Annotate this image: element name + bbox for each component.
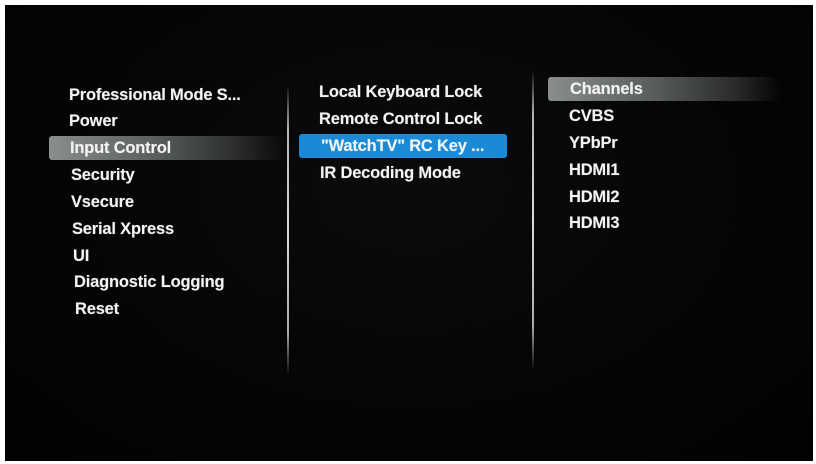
menu-item-label: Diagnostic Logging [74, 273, 225, 291]
option-item-cvbs[interactable]: CVBS [569, 104, 614, 128]
menu-item-label: IR Decoding Mode [320, 164, 461, 182]
menu-item-vsecure[interactable]: Vsecure [71, 190, 134, 214]
menu-item-reset[interactable]: Reset [75, 297, 119, 321]
menu-item-label: Security [71, 166, 135, 184]
option-item-hdmi1[interactable]: HDMI1 [569, 158, 620, 182]
menu-item-professional-mode[interactable]: Professional Mode S... [69, 83, 241, 107]
menu-item-local-keyboard-lock[interactable]: Local Keyboard Lock [319, 80, 482, 104]
menu-item-label: Power [69, 112, 118, 130]
menu-item-diagnostic-logging[interactable]: Diagnostic Logging [74, 270, 225, 294]
option-item-label: CVBS [569, 107, 615, 125]
option-item-label: YPbPr [569, 134, 618, 152]
menu-item-watchtv-rc-key[interactable]: "WatchTV" RC Key ... [299, 134, 507, 158]
menu-item-input-control[interactable]: Input Control [49, 136, 285, 160]
tv-screen: Professional Mode S... Power Input Contr… [5, 5, 813, 461]
option-item-label: HDMI3 [569, 214, 620, 232]
option-item-hdmi3[interactable]: HDMI3 [569, 211, 620, 235]
menu-item-label: Remote Control Lock [319, 110, 483, 128]
menu-column-options: Channels CVBS YPbPr HDMI1 HDMI2 HDMI3 [535, 5, 813, 461]
menu-item-label: UI [73, 247, 90, 265]
option-item-label: Channels [570, 80, 643, 98]
menu-item-label: Serial Xpress [72, 220, 174, 238]
option-item-channels[interactable]: Channels [548, 77, 780, 101]
menu-item-ui[interactable]: UI [73, 244, 89, 268]
column-divider [532, 70, 534, 370]
menu-item-ir-decoding-mode[interactable]: IR Decoding Mode [320, 161, 461, 185]
menu-item-label: Reset [75, 300, 119, 318]
menu-column-main: Professional Mode S... Power Input Contr… [5, 5, 285, 461]
menu-item-label: Vsecure [71, 193, 134, 211]
menu-item-label: Local Keyboard Lock [319, 83, 483, 101]
menu-item-label: Professional Mode S... [69, 86, 241, 104]
option-item-ypbpr[interactable]: YPbPr [569, 131, 618, 155]
menu-item-label: "WatchTV" RC Key ... [321, 137, 485, 155]
menu-item-label: Input Control [70, 139, 171, 157]
menu-item-remote-control-lock[interactable]: Remote Control Lock [319, 107, 482, 131]
menu-item-power[interactable]: Power [69, 109, 118, 133]
menu-item-serial-xpress[interactable]: Serial Xpress [72, 217, 174, 241]
option-item-label: HDMI2 [569, 188, 620, 206]
option-item-hdmi2[interactable]: HDMI2 [569, 185, 620, 209]
menu-column-sub: Local Keyboard Lock Remote Control Lock … [289, 5, 534, 461]
menu-item-security[interactable]: Security [71, 163, 135, 187]
option-item-label: HDMI1 [569, 161, 620, 179]
